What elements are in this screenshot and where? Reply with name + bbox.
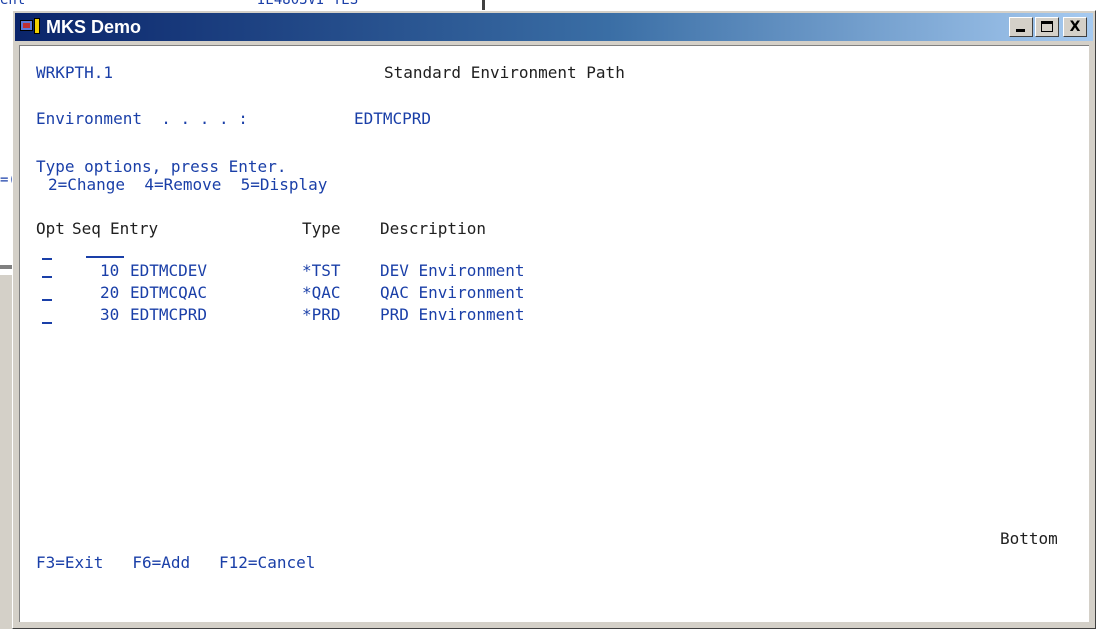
close-icon: X — [1069, 19, 1081, 35]
environment-value: EDTMCPRD — [354, 109, 432, 128]
mks-demo-window: MKS Demo X WRKPTH.1 Standard Environment… — [12, 10, 1096, 629]
row-entry: EDTMCDEV — [130, 261, 208, 280]
minimize-icon — [1016, 29, 1025, 32]
column-header-entry: Entry — [110, 219, 159, 238]
app-icon[interactable] — [20, 17, 42, 37]
terminal-screen[interactable]: WRKPTH.1 Standard Environment Path Envir… — [19, 45, 1089, 622]
row-seq: 30 — [100, 305, 120, 324]
maximize-button[interactable] — [1035, 17, 1059, 37]
background-text-left: ent — [0, 0, 26, 8]
row-type: *PRD — [302, 305, 341, 324]
row-description: PRD Environment — [380, 305, 525, 324]
row-type: *TST — [302, 261, 341, 280]
row-seq: 20 — [100, 283, 120, 302]
option-input[interactable] — [42, 276, 52, 278]
row-entry: EDTMCQAC — [130, 283, 208, 302]
cursor-indicator — [86, 256, 124, 258]
screen-heading: Standard Environment Path — [384, 63, 625, 82]
option-input[interactable] — [42, 299, 52, 301]
column-header-type: Type — [302, 219, 341, 238]
background-text-right: IE4803VI YES — [257, 0, 359, 8]
option-input-top — [42, 258, 52, 260]
title-bar[interactable]: MKS Demo X — [15, 13, 1093, 41]
row-entry: EDTMCPRD — [130, 305, 208, 324]
row-description: DEV Environment — [380, 261, 525, 280]
row-seq: 10 — [100, 261, 120, 280]
close-button[interactable]: X — [1063, 17, 1087, 37]
function-keys: F3=Exit F6=Add F12=Cancel — [36, 553, 316, 572]
column-header-description: Description — [380, 219, 486, 238]
window-controls: X — [1007, 17, 1087, 37]
column-header-seq: Seq — [72, 219, 101, 238]
row-description: QAC Environment — [380, 283, 525, 302]
window-title: MKS Demo — [46, 16, 142, 37]
options-legend: 2=Change 4=Remove 5=Display — [48, 175, 328, 194]
bottom-indicator: Bottom — [1000, 529, 1058, 548]
program-id: WRKPTH.1 — [36, 63, 114, 82]
column-header-opt: Opt — [36, 219, 65, 238]
row-type: *QAC — [302, 283, 341, 302]
maximize-icon — [1041, 21, 1053, 32]
instructions-text: Type options, press Enter. — [36, 157, 287, 176]
environment-label: Environment . . . . : — [36, 109, 248, 128]
option-input[interactable] — [42, 322, 52, 324]
minimize-button[interactable] — [1009, 17, 1033, 37]
